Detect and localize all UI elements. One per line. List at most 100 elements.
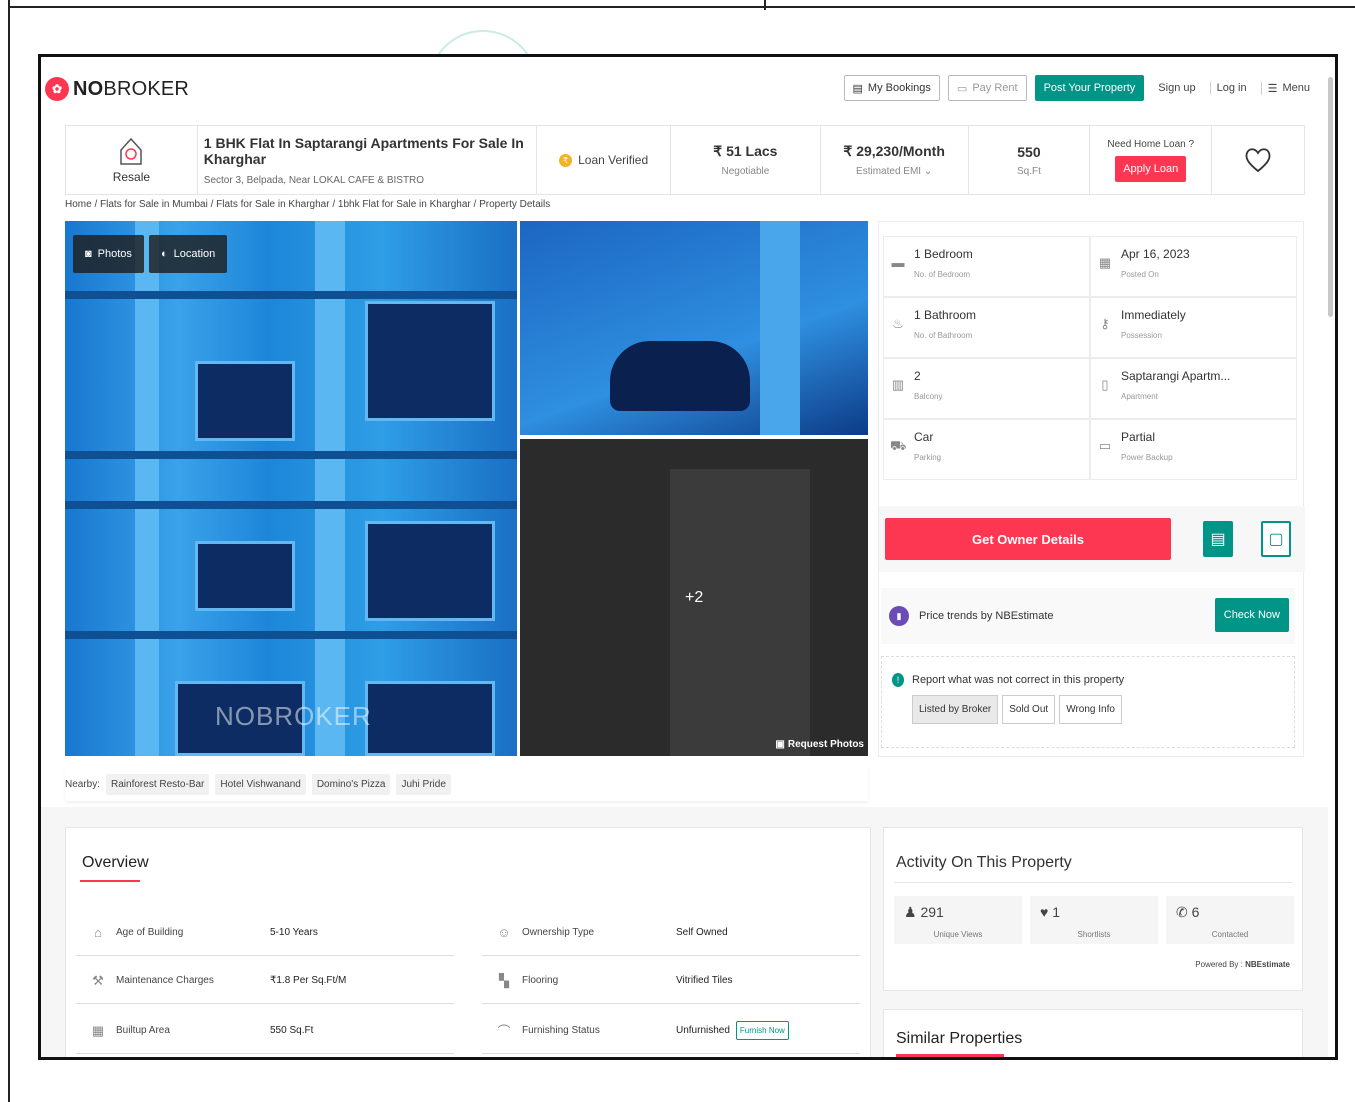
property-title: 1 BHK Flat In Saptarangi Apartments For … bbox=[203, 134, 524, 167]
battery-icon: ▭ bbox=[1098, 438, 1112, 453]
shortlists-stat: ♥ 1 Shortlists bbox=[1030, 896, 1158, 944]
browser-frame: ✿ NOBROKER ▤ My Bookings ▭ Pay Rent Post Y… bbox=[38, 54, 1338, 1060]
calendar-icon: ▦ bbox=[1098, 255, 1112, 270]
unique-views-stat: ♟ 291 Unique Views bbox=[894, 896, 1022, 944]
building-age-icon: ⌂ bbox=[94, 925, 102, 940]
photo-window bbox=[365, 521, 495, 621]
log-in-link[interactable]: Log in bbox=[1209, 82, 1253, 94]
photo-pillar bbox=[760, 221, 800, 435]
spec-apartment: ▯ Saptarangi Apartm... Apartment bbox=[1090, 358, 1297, 419]
compass-icon: ◐ bbox=[161, 248, 168, 260]
sofa-icon: ⌒ bbox=[497, 1024, 511, 1039]
more-photos-tile[interactable]: +2 ▣ Request Photos bbox=[520, 439, 868, 756]
tools-icon: ⚒ bbox=[92, 972, 104, 988]
home-loan-question: Need Home Loan ? bbox=[1107, 138, 1195, 150]
area-unit: Sq.Ft bbox=[1016, 165, 1041, 177]
resale-house-icon bbox=[120, 137, 143, 165]
balcony-icon: ▥ bbox=[891, 377, 905, 392]
alert-icon: ! bbox=[892, 673, 904, 687]
activity-title: Activity On This Property bbox=[896, 854, 1072, 871]
card-icon: ▭ bbox=[956, 82, 968, 95]
nearby-chip[interactable]: Rainforest Resto-Bar bbox=[106, 773, 210, 795]
price-value: ₹ 51 Lacs bbox=[713, 143, 778, 159]
breadcrumb[interactable]: Home / Flats for Sale in Mumbai / Flats … bbox=[65, 199, 550, 210]
overview-title: Overview bbox=[82, 854, 149, 871]
property-title-block: 1 BHK Flat In Saptarangi Apartments For … bbox=[198, 126, 538, 194]
report-wrong-info[interactable]: Wrong Info bbox=[1059, 695, 1122, 724]
report-listed-by-broker[interactable]: Listed by Broker bbox=[912, 695, 999, 724]
get-owner-details-button[interactable]: Get Owner Details bbox=[885, 518, 1171, 560]
overview-row: ▦ Builtup Area 550 Sq.Ft bbox=[76, 1008, 454, 1054]
flooring-icon: ▚ bbox=[499, 972, 509, 988]
price-negotiable: Negotiable bbox=[721, 166, 770, 177]
nearby-label: Nearby: bbox=[65, 778, 101, 790]
property-header: Resale 1 BHK Flat In Saptarangi Apartmen… bbox=[65, 125, 1305, 195]
heart-small-icon: ♥ bbox=[1040, 904, 1053, 920]
nearby-chip[interactable]: Domino's Pizza bbox=[311, 773, 391, 795]
owner-icon: ☺ bbox=[497, 925, 511, 940]
photo-window bbox=[195, 361, 295, 441]
secondary-photo[interactable] bbox=[520, 221, 868, 435]
request-photos-button[interactable]: ▣ Request Photos bbox=[775, 739, 864, 750]
photo-column bbox=[135, 221, 159, 756]
overview-card: Overview ⌂ Age of Building 5-10 Years ⚒ Mai… bbox=[65, 827, 871, 1057]
hamburger-icon: ☰ bbox=[1267, 82, 1278, 95]
check-now-button[interactable]: Check Now bbox=[1214, 598, 1289, 632]
activity-card: Activity On This Property ♟ 291 Unique Vi… bbox=[883, 827, 1303, 991]
image-icon: ▣ bbox=[775, 739, 785, 750]
overview-row: ⌂ Age of Building 5-10 Years bbox=[76, 910, 454, 956]
schedule-visit-button[interactable]: ▤ bbox=[1203, 521, 1233, 557]
location-button[interactable]: ◐ Location bbox=[149, 235, 228, 273]
more-photos-count: +2 bbox=[685, 589, 704, 606]
report-box: ! Report what was not correct in this pro… bbox=[881, 656, 1295, 748]
overview-underline bbox=[80, 880, 140, 882]
nearby-chip[interactable]: Hotel Vishwanand bbox=[215, 773, 306, 795]
camera-icon: ◙ bbox=[85, 248, 92, 260]
chat-icon: ▢ bbox=[1268, 531, 1284, 548]
report-sold-out[interactable]: Sold Out bbox=[1002, 695, 1056, 724]
property-address: Sector 3, Belpada, Near LOKAL CAFE & BIS… bbox=[203, 174, 425, 186]
photo-band bbox=[65, 291, 517, 299]
emi-label: Estimated EMI ⌄ bbox=[856, 166, 933, 177]
similar-title: Similar Properties bbox=[896, 1030, 1023, 1047]
report-options: Listed by Broker Sold Out Wrong Info bbox=[912, 695, 1122, 724]
spec-parking: ⛟ Car Parking bbox=[883, 419, 1090, 480]
photo-band bbox=[65, 451, 517, 459]
calendar-icon: ▤ bbox=[1210, 531, 1226, 548]
emi-value: ₹ 29,230/Month bbox=[843, 143, 945, 159]
area-icon: ▦ bbox=[91, 1022, 105, 1038]
scrollbar-thumb[interactable] bbox=[1328, 77, 1333, 317]
overview-row: ⌒ Furnishing Status Unfurnished Furnish Now bbox=[482, 1008, 860, 1054]
photo-watermark: NOBROKER bbox=[215, 701, 372, 731]
similar-properties-card: Similar Properties bbox=[883, 1009, 1303, 1057]
nearby-chip[interactable]: Juhi Pride bbox=[396, 773, 451, 795]
building-icon: ▯ bbox=[1101, 377, 1109, 392]
chat-button[interactable]: ▢ bbox=[1261, 521, 1291, 557]
spec-power-backup: ▭ Partial Power Backup bbox=[1090, 419, 1297, 480]
bath-icon: ♨ bbox=[892, 316, 904, 331]
heart-icon[interactable] bbox=[1244, 147, 1272, 173]
bookings-icon: ▤ bbox=[852, 82, 863, 95]
spec-balcony: ▥ 2 Balcony bbox=[883, 358, 1090, 419]
top-navbar: ✿ NOBROKER ▤ My Bookings ▭ Pay Rent Post Y… bbox=[41, 57, 1328, 121]
owner-actions: Get Owner Details ▤ ▢ bbox=[879, 506, 1305, 572]
person-icon: ♟ bbox=[904, 904, 921, 920]
emi-block[interactable]: ₹ 29,230/Month Estimated EMI ⌄ bbox=[821, 126, 969, 194]
my-bookings-button[interactable]: ▤ My Bookings bbox=[843, 75, 940, 101]
top-border bbox=[8, 0, 1355, 10]
powered-by: Powered By : NBEstimate bbox=[1195, 960, 1290, 969]
photo-window bbox=[365, 301, 495, 421]
pay-rent-button[interactable]: ▭ Pay Rent bbox=[947, 75, 1027, 101]
nobroker-logo[interactable]: ✿ NOBROKER bbox=[45, 77, 189, 101]
photos-button[interactable]: ◙ Photos bbox=[73, 235, 144, 273]
scooter-shape bbox=[610, 341, 750, 411]
area-value: 550 bbox=[1017, 143, 1041, 160]
photo-gallery: ◙ Photos ◐ Location NOBROKER +2 ▣ Request P… bbox=[65, 221, 868, 756]
apply-loan-button[interactable]: Apply Loan bbox=[1115, 155, 1187, 182]
photo-window bbox=[195, 541, 295, 611]
post-property-button[interactable]: Post Your Property bbox=[1034, 75, 1145, 101]
furnish-now-button[interactable]: Furnish Now bbox=[735, 1021, 789, 1040]
menu-button[interactable]: ☰ Menu bbox=[1260, 81, 1316, 95]
sign-up-link[interactable]: Sign up bbox=[1152, 82, 1201, 94]
main-photo[interactable]: ◙ Photos ◐ Location NOBROKER bbox=[65, 221, 517, 756]
